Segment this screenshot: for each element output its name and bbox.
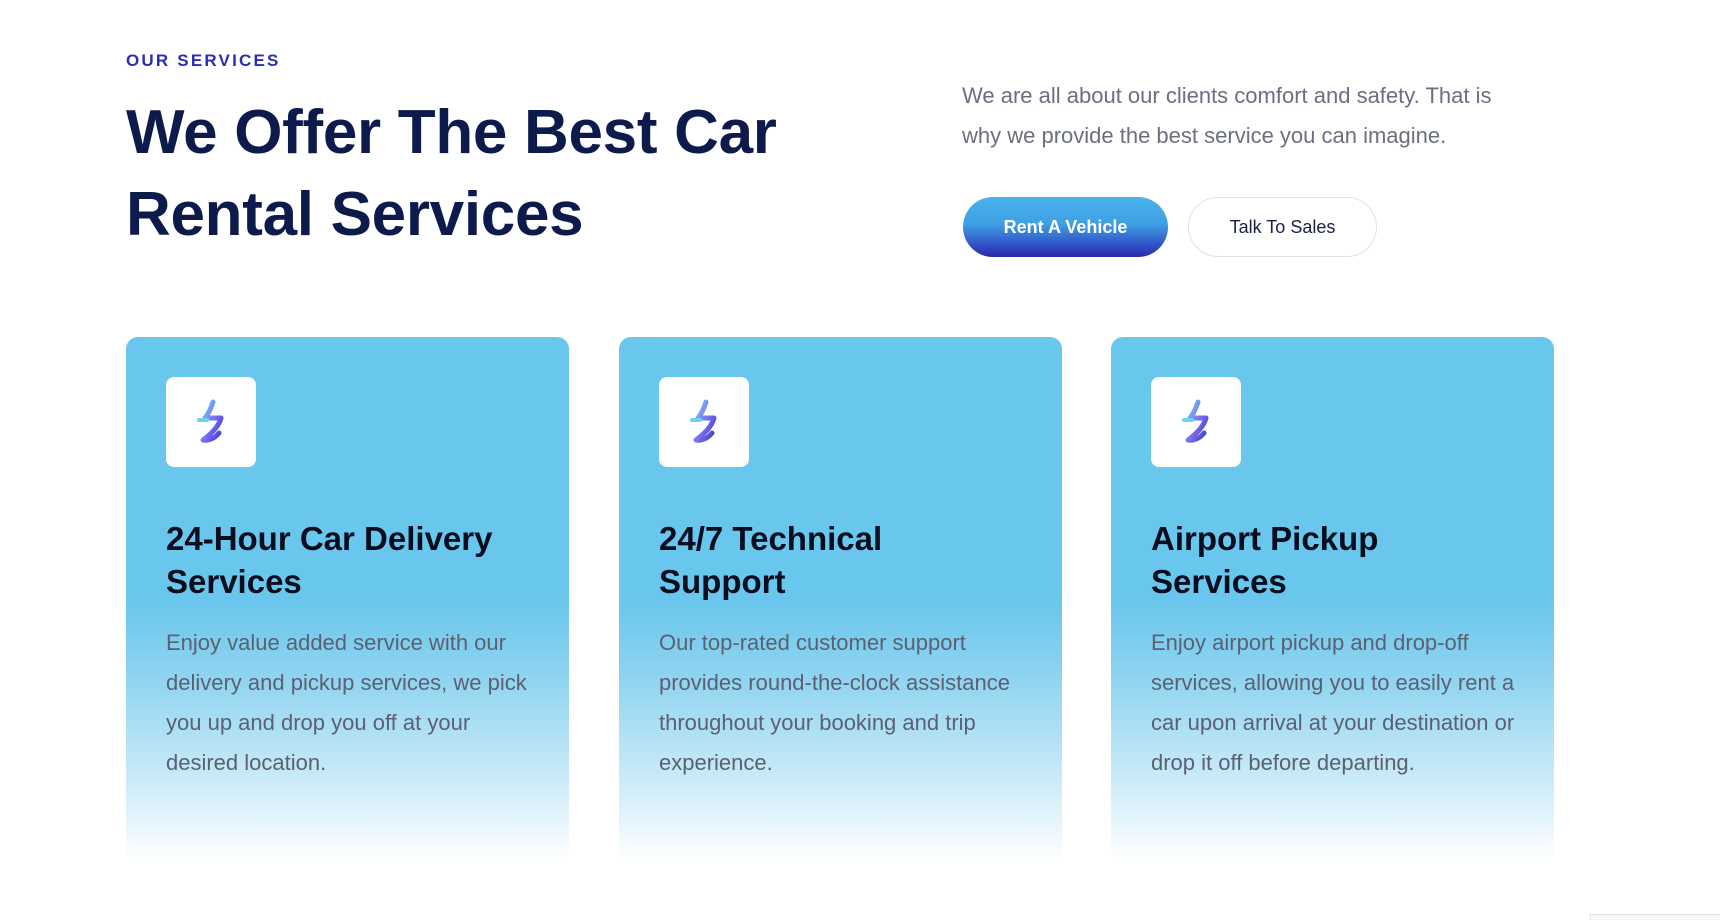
service-card-support: 24/7 Technical Support Our top-rated cus… <box>619 337 1062 862</box>
card-description: Enjoy airport pickup and drop-off servic… <box>1151 630 1515 775</box>
section-eyebrow: OUR SERVICES <box>126 51 281 70</box>
card-title-line-1: 24-Hour Car Delivery <box>166 520 493 557</box>
bolt-logo-icon <box>166 377 256 467</box>
heading-line-1: We Offer The Best Car <box>126 98 777 167</box>
intro-line-1: We are all about our clients comfort and… <box>962 83 1492 108</box>
card-title: Airport Pickup Services <box>1151 517 1531 603</box>
card-title-line-1: Airport Pickup <box>1151 520 1379 557</box>
rent-vehicle-button[interactable]: Rent A Vehicle <box>963 197 1168 257</box>
card-title: 24/7 Technical Support <box>659 517 1039 603</box>
card-description: Enjoy value added service with our deliv… <box>166 630 527 775</box>
corner-divider <box>1590 914 1720 920</box>
bolt-logo-icon <box>1151 377 1241 467</box>
intro-line-2: why we provide the best service you can … <box>962 123 1447 148</box>
card-title-line-2: Support <box>659 563 786 600</box>
section-heading: We Offer The Best Car Rental Services <box>126 92 886 256</box>
talk-to-sales-button[interactable]: Talk To Sales <box>1188 197 1377 257</box>
service-card-delivery: 24-Hour Car Delivery Services Enjoy valu… <box>126 337 569 862</box>
card-description: Our top-rated customer support provides … <box>659 630 1010 775</box>
service-card-airport: Airport Pickup Services Enjoy airport pi… <box>1111 337 1554 862</box>
card-title-line-1: 24/7 Technical <box>659 520 883 557</box>
card-title: 24-Hour Car Delivery Services <box>166 517 546 603</box>
services-section: OUR SERVICES We Offer The Best Car Renta… <box>0 0 1720 920</box>
card-title-line-2: Services <box>1151 563 1287 600</box>
bolt-logo-icon <box>659 377 749 467</box>
heading-line-2: Rental Services <box>126 180 584 249</box>
card-title-line-2: Services <box>166 563 302 600</box>
section-intro: We are all about our clients comfort and… <box>962 76 1542 156</box>
